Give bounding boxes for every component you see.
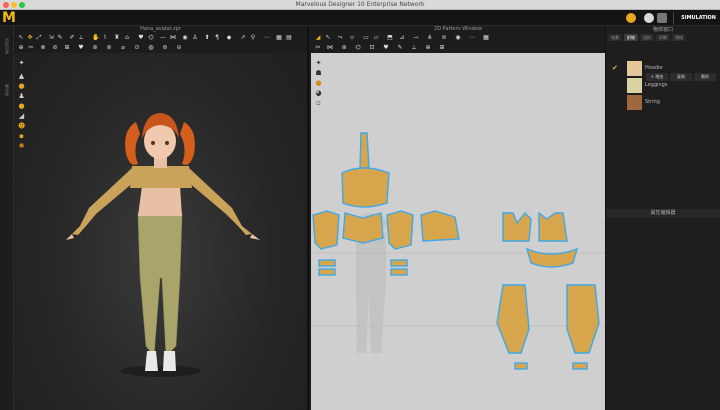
fabric-item-leggings[interactable]: Leggings bbox=[612, 78, 716, 93]
sleeve-left-pattern[interactable] bbox=[312, 210, 340, 250]
tab-scene[interactable]: 场景 bbox=[608, 34, 622, 41]
fabric-name: Leggings bbox=[645, 82, 668, 88]
tab-buttonhole[interactable]: 扣眼 bbox=[656, 34, 670, 41]
hanger-icon[interactable] bbox=[657, 13, 667, 23]
elastic-icon[interactable]: ≋ bbox=[441, 35, 447, 41]
fabric-item-hoodie[interactable]: ✔ Hoodie bbox=[612, 61, 716, 76]
internal-polygon-icon[interactable]: ⬒ bbox=[387, 35, 393, 41]
property-editor-title: 属性编辑器 bbox=[606, 209, 720, 218]
cuff-right-pattern[interactable] bbox=[390, 259, 408, 267]
cloud-icon[interactable] bbox=[626, 13, 636, 23]
leg-cuff-right-pattern[interactable] bbox=[572, 362, 588, 370]
app-bar: M SIMULATION bbox=[0, 10, 720, 26]
sleeve-right-pattern[interactable] bbox=[386, 210, 414, 250]
zipper-icon[interactable]: ⌬ bbox=[355, 45, 361, 51]
fabric-name: Hoodie bbox=[645, 65, 663, 71]
title-bar: Marvelous Designer 10 Enterprise Network bbox=[0, 0, 720, 10]
polygon-icon[interactable]: ▱ bbox=[373, 35, 379, 41]
simulation-button[interactable]: SIMULATION bbox=[681, 13, 716, 23]
fabric-swatch bbox=[627, 61, 642, 76]
library-tab[interactable]: 模块库 bbox=[4, 84, 10, 96]
tab-fabric[interactable]: 织物 bbox=[624, 34, 638, 41]
fabric-swatch bbox=[627, 95, 642, 110]
tab-button[interactable]: 纽扣 bbox=[640, 34, 654, 41]
button-2d-icon[interactable]: ◉ bbox=[455, 35, 461, 41]
crop-top-back-pattern[interactable] bbox=[538, 211, 568, 242]
3d-garment-window[interactable]: Hana_avatar.zpr ↖ ✥ ⤢ ⇲ ✎ ✐ ⟂ ✋ ⌇ ♜ ⌂ ♥ … bbox=[14, 26, 309, 410]
legging-right-pattern[interactable] bbox=[566, 284, 600, 354]
measure-2d-icon[interactable]: ⟂ bbox=[411, 45, 417, 51]
add-point-icon[interactable]: ⊹ bbox=[349, 35, 355, 41]
check-sew-icon[interactable]: ⊛ bbox=[341, 45, 347, 51]
topstitch-icon[interactable]: ⋯ bbox=[469, 35, 475, 41]
2d-window-title: 2D Pattern Window bbox=[311, 26, 605, 33]
transform-pattern-icon[interactable]: ◢ bbox=[315, 35, 321, 41]
cuff-left-2-pattern[interactable] bbox=[318, 268, 336, 276]
app-logo[interactable]: M bbox=[2, 11, 16, 25]
crop-top-front-pattern[interactable] bbox=[502, 211, 532, 242]
segment-sewing-icon[interactable]: ⤙ bbox=[413, 35, 419, 41]
object-browser-panel: 物体窗口 场景 织物 纽扣 扣眼 明线 + 增加 复制 删除 ✔ Hoodie … bbox=[605, 26, 720, 410]
help-icon[interactable] bbox=[644, 13, 654, 23]
graphic-icon[interactable]: ♥ bbox=[383, 45, 389, 51]
annotation-icon[interactable]: ✎ bbox=[397, 45, 403, 51]
grid-2d-icon[interactable]: ▦ bbox=[483, 35, 489, 41]
edit-curve-icon[interactable]: ⤳ bbox=[337, 35, 343, 41]
avatar-render[interactable] bbox=[14, 26, 309, 410]
pattern-canvas[interactable] bbox=[311, 53, 605, 410]
waistband-pattern[interactable] bbox=[525, 247, 579, 268]
hood-pattern[interactable] bbox=[341, 167, 390, 208]
rectangle-icon[interactable]: ▭ bbox=[363, 35, 369, 41]
fabric-item-string[interactable]: String bbox=[612, 95, 716, 110]
fabric-swatch bbox=[627, 78, 642, 93]
history-tab[interactable]: 历史记录 bbox=[4, 38, 10, 54]
front-bodice-pattern[interactable] bbox=[342, 212, 384, 244]
object-browser-title: 物体窗口 bbox=[652, 27, 673, 33]
divider bbox=[673, 12, 674, 24]
free-sew-icon[interactable]: ⋈ bbox=[327, 45, 333, 51]
pleat-icon[interactable]: ⊞ bbox=[439, 45, 445, 51]
bind-icon[interactable]: ⊕ bbox=[425, 45, 431, 51]
edit-point-icon[interactable]: ↖ bbox=[325, 35, 331, 41]
dart-icon[interactable]: ⊿ bbox=[399, 35, 405, 41]
left-side-strip: 历史记录 模块库 bbox=[0, 26, 14, 410]
hood-strip-pattern[interactable] bbox=[359, 132, 370, 169]
cuff-left-pattern[interactable] bbox=[318, 259, 336, 267]
back-bodice-pattern[interactable] bbox=[420, 210, 460, 242]
legging-left-pattern[interactable] bbox=[496, 284, 530, 354]
fold-arrangement-icon[interactable]: ⋔ bbox=[427, 35, 433, 41]
tab-topstitch[interactable]: 明线 bbox=[672, 34, 686, 41]
2d-toolbar-row-2: ✂ ⋈ ⊛ ⌬ ⊡ ♥ ✎ ⟂ ⊕ ⊞ bbox=[311, 43, 605, 53]
texture-2d-icon[interactable]: ⊡ bbox=[369, 45, 375, 51]
2d-pattern-window[interactable]: 2D Pattern Window ◢ ↖ ⤳ ⊹ ▭ ▱ ⬒ ⊿ ⤙ ⋔ ≋ … bbox=[311, 26, 605, 410]
cuff-right-2-pattern[interactable] bbox=[390, 268, 408, 276]
2d-toolbar-row-1: ◢ ↖ ⤳ ⊹ ▭ ▱ ⬒ ⊿ ⤙ ⋔ ≋ ◉ ⋯ ▦ bbox=[311, 33, 605, 43]
fabric-name: String bbox=[645, 99, 660, 105]
leg-cuff-left-pattern[interactable] bbox=[514, 362, 528, 370]
applied-check-icon: ✔ bbox=[612, 64, 618, 72]
sew-tool-icon[interactable]: ✂ bbox=[315, 45, 321, 51]
window-title: Marvelous Designer 10 Enterprise Network bbox=[295, 1, 425, 8]
